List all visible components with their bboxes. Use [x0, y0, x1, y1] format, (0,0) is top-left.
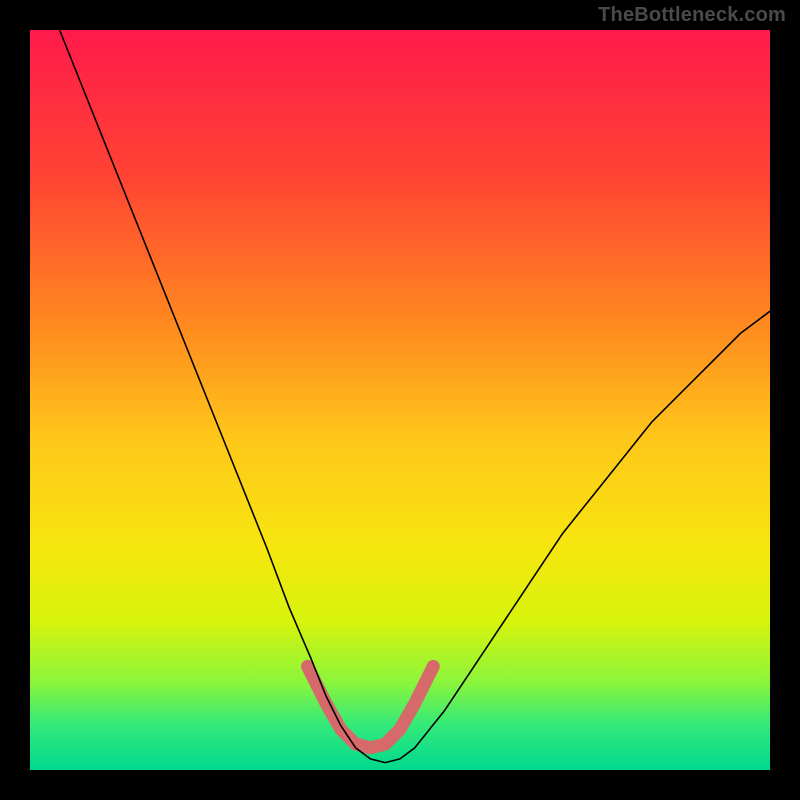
gradient-background — [30, 30, 770, 770]
chart-stage: TheBottleneck.com — [0, 0, 800, 800]
bottleneck-chart — [0, 0, 800, 800]
watermark-text: TheBottleneck.com — [598, 4, 786, 27]
